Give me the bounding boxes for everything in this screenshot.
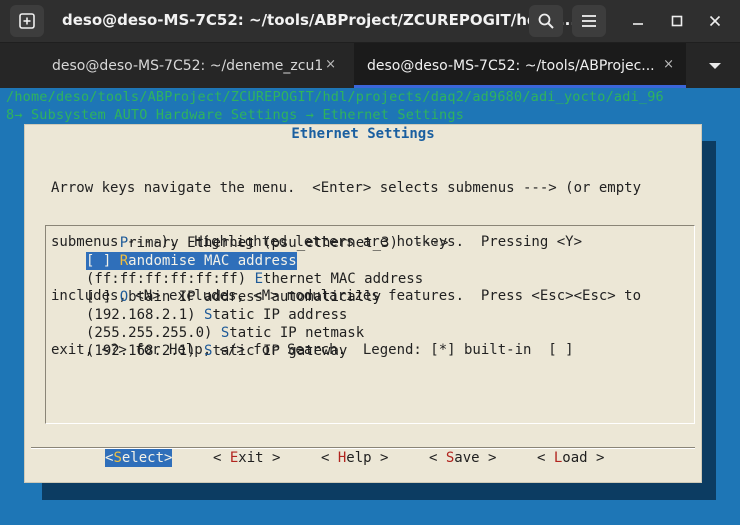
new-tab-button[interactable] (10, 5, 44, 37)
close-tab-icon[interactable]: × (325, 57, 336, 72)
close-tab-icon[interactable]: × (663, 57, 674, 72)
button-label: ave > (454, 450, 497, 466)
button-bracket: < (213, 450, 230, 466)
button-label: elect> (121, 450, 173, 466)
hotkey-letter: P (119, 235, 129, 251)
select-button[interactable]: <Select> (105, 449, 173, 467)
button-bracket: < (537, 450, 554, 466)
help-button[interactable]: < Help > (321, 449, 388, 467)
maximize-button[interactable] (667, 11, 687, 31)
menu-item-obtain-ip[interactable]: [ ] Obtain IP address automatically (86, 288, 381, 306)
tab-bar: deso@deso-MS-7C52: ~/deneme_zcu1 × deso@… (0, 43, 740, 88)
minimize-button[interactable] (628, 11, 648, 31)
item-prefix: (192.168.2.1) (86, 307, 205, 323)
item-prefix: (192.168.2.1) (86, 343, 205, 359)
item-label: rimary Ethernet (psu_ethernet_3) ---> (128, 235, 449, 251)
menu-item-static-gateway[interactable]: (192.168.2.1) Static IP gateway (86, 342, 347, 360)
tab-list-button[interactable] (690, 43, 740, 88)
menu-item-randomise-mac[interactable]: [ ] Randomise MAC address (86, 252, 297, 270)
hotkey-letter: O (119, 289, 129, 305)
help-line: Arrow keys navigate the menu. <Enter> se… (51, 180, 642, 196)
item-prefix: [ ] (86, 253, 120, 269)
menu-item-primary-ethernet[interactable]: Primary Ethernet (psu_ethernet_3) ---> (86, 234, 449, 252)
item-label: btain IP address automatically (128, 289, 382, 305)
dialog-title: Ethernet Settings (291, 126, 435, 142)
item-label: tatic IP netmask (229, 325, 365, 341)
search-button[interactable] (529, 5, 563, 37)
tab-label: deso@deso-MS-7C52: ~/deneme_zcu1 (52, 57, 324, 74)
hamburger-icon (582, 15, 596, 27)
tab-label: deso@deso-MS-7C52: ~/tools/ABProjec... (367, 57, 655, 74)
tab-deneme[interactable]: deso@deso-MS-7C52: ~/deneme_zcu1 × (0, 43, 348, 88)
button-label: elp > (346, 450, 389, 466)
item-prefix: [ ] (86, 289, 120, 305)
item-prefix: (ff:ff:ff:ff:ff:ff) (86, 271, 255, 287)
hotkey-letter: E (254, 271, 264, 287)
menu-item-static-ip[interactable]: (192.168.2.1) Static IP address (86, 306, 347, 324)
close-window-button[interactable] (705, 11, 725, 31)
hotkey-letter: R (119, 253, 129, 269)
exit-button[interactable]: < Exit > (213, 449, 280, 467)
item-prefix (86, 235, 120, 251)
save-button[interactable]: < Save > (429, 449, 496, 467)
button-label: xit > (238, 450, 281, 466)
search-icon (538, 13, 554, 29)
button-bracket: < (429, 450, 446, 466)
menu-button[interactable] (572, 5, 606, 37)
menu-item-ethernet-mac[interactable]: (ff:ff:ff:ff:ff:ff) Ethernet MAC address (86, 270, 423, 288)
load-button[interactable]: < Load > (537, 449, 604, 467)
item-label: thernet MAC address (263, 271, 424, 287)
window-title: deso@deso-MS-7C52: ~/tools/ABProject/ZCU… (62, 11, 577, 29)
chevron-down-icon (709, 62, 721, 69)
close-icon (709, 15, 721, 27)
title-bar: deso@deso-MS-7C52: ~/tools/ABProject/ZCU… (0, 0, 740, 43)
current-path: /home/deso/tools/ABProject/ZCUREPOGIT/hd… (6, 89, 664, 105)
ethernet-settings-dialog: Ethernet Settings Arrow keys navigate th… (24, 124, 702, 483)
button-bracket: < (321, 450, 338, 466)
item-label: tatic IP gateway (212, 343, 348, 359)
item-prefix: (255.255.255.0) (86, 325, 221, 341)
menu-breadcrumb: 8→ Subsystem AUTO Hardware Settings → Et… (6, 107, 465, 123)
button-row: <Select> < Exit > < Help > < Save > < Lo… (25, 449, 701, 469)
button-label: oad > (562, 450, 605, 466)
item-label: andomise MAC address (128, 253, 297, 269)
item-label: tatic IP address (212, 307, 348, 323)
menu-item-static-netmask[interactable]: (255.255.255.0) Static IP netmask (86, 324, 364, 342)
hotkey-letter: S (113, 450, 122, 466)
tab-abproject[interactable]: deso@deso-MS-7C52: ~/tools/ABProjec... × (354, 43, 686, 88)
plus-icon (19, 13, 35, 29)
maximize-icon (671, 15, 683, 27)
menu-list: Primary Ethernet (psu_ethernet_3) ---> [… (45, 225, 695, 424)
minimize-icon (633, 23, 643, 25)
